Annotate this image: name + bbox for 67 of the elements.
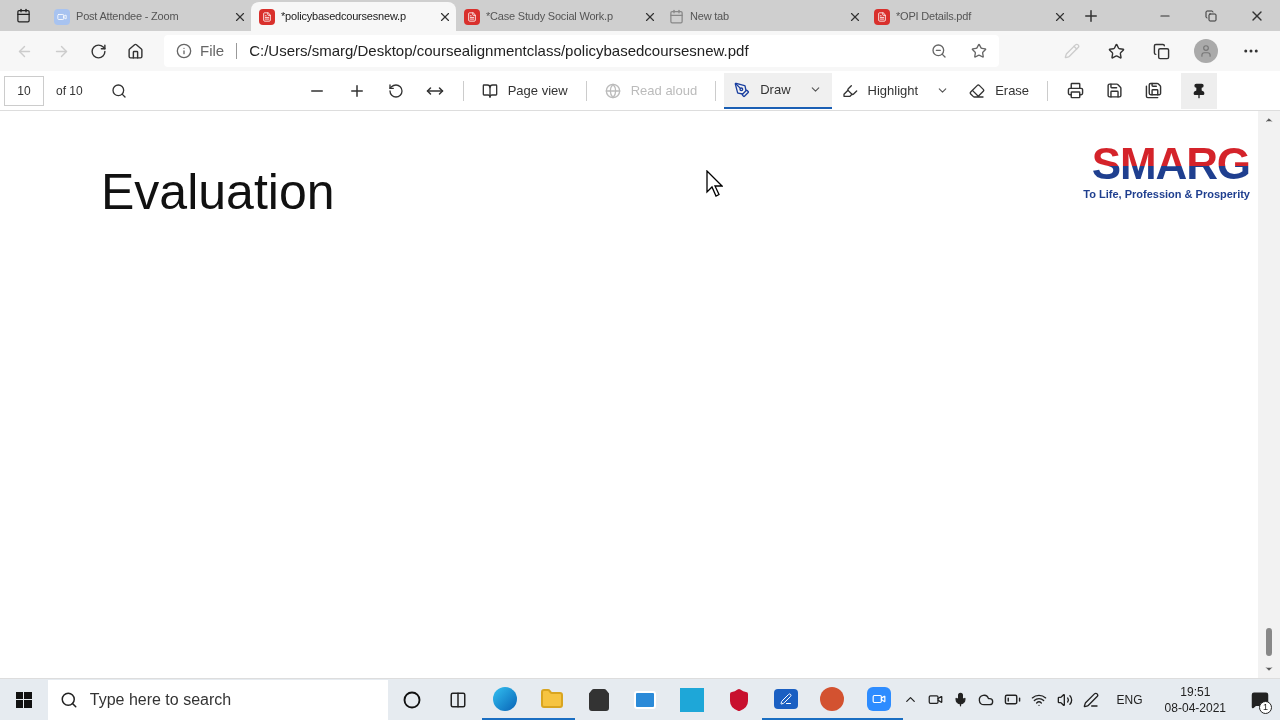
read-aloud-icon bbox=[604, 82, 621, 99]
info-icon bbox=[176, 43, 192, 59]
scheme-label: File bbox=[200, 40, 225, 61]
collections-icon[interactable] bbox=[1153, 42, 1170, 60]
pdf-icon bbox=[259, 8, 275, 25]
video-icon bbox=[54, 8, 70, 25]
pin-button[interactable] bbox=[1181, 72, 1218, 109]
address-field[interactable]: File C:/Users/smarg/Desktop/coursealignmentclass/policybasedcoursesnew.pdf bbox=[164, 35, 999, 67]
print-icon[interactable] bbox=[1067, 82, 1085, 99]
save-as-icon[interactable] bbox=[1145, 82, 1163, 99]
zoom-out-icon[interactable] bbox=[931, 43, 947, 59]
eraser-icon bbox=[969, 82, 986, 99]
language-indicator[interactable]: ENG bbox=[1116, 690, 1143, 709]
highlighter-icon bbox=[841, 82, 858, 99]
page-count: of 10 bbox=[56, 82, 83, 100]
pen-icon bbox=[734, 81, 751, 98]
clock[interactable]: 19:51 08-04-2021 bbox=[1164, 683, 1226, 716]
toolbar-button[interactable]: Erase bbox=[959, 72, 1040, 109]
scroll-down-icon bbox=[1264, 664, 1274, 674]
task-view-icon[interactable] bbox=[449, 690, 468, 709]
browser-tab[interactable]: *Case Study Social Work.p bbox=[456, 2, 661, 31]
slide-heading: Evaluation bbox=[101, 163, 335, 222]
scrollbar[interactable] bbox=[1258, 111, 1280, 678]
toolbar-button[interactable]: Draw bbox=[724, 72, 832, 109]
camera-icon[interactable] bbox=[927, 692, 943, 707]
profile-avatar[interactable] bbox=[1194, 39, 1218, 63]
search-placeholder: Type here to search bbox=[89, 689, 232, 710]
whiteboard-icon[interactable] bbox=[773, 688, 798, 709]
add-favorite-icon[interactable] bbox=[971, 43, 987, 59]
video-icon[interactable] bbox=[867, 686, 892, 711]
notification-button[interactable]: 1 bbox=[1240, 679, 1280, 720]
clock-time: 19:51 bbox=[1180, 683, 1211, 700]
home-icon[interactable] bbox=[127, 42, 144, 60]
clock-date: 08-04-2021 bbox=[1164, 699, 1226, 716]
search-icon[interactable] bbox=[110, 82, 127, 99]
browser-tab[interactable]: New tab bbox=[661, 2, 866, 31]
browser-tab[interactable]: *OPI Details.pdf bbox=[866, 2, 1071, 31]
circle-icon[interactable] bbox=[402, 690, 421, 709]
scroll-up-icon bbox=[1264, 115, 1274, 125]
toolbar-button[interactable]: Page view bbox=[471, 72, 578, 109]
favorites-icon[interactable] bbox=[1108, 42, 1125, 60]
page-number-field[interactable]: 10 bbox=[4, 75, 44, 106]
url-text: C:/Users/smarg/Desktop/coursealignmentclass/policybasedcoursesnew.pdf bbox=[249, 40, 750, 61]
refresh-icon[interactable] bbox=[90, 42, 107, 60]
restore-icon[interactable] bbox=[1205, 9, 1217, 22]
save-icon[interactable] bbox=[1106, 82, 1124, 99]
toolbar-button[interactable]: Highlight bbox=[831, 72, 960, 109]
microphone-icon[interactable] bbox=[952, 692, 968, 707]
search-icon bbox=[59, 690, 78, 709]
mouse-pointer-icon bbox=[706, 170, 723, 197]
bag-icon[interactable] bbox=[586, 687, 611, 712]
tab-title: Post Attendee - Zoom bbox=[76, 9, 180, 25]
rotate-icon[interactable] bbox=[387, 82, 404, 99]
browser-tab[interactable]: Post Attendee - Zoom bbox=[46, 2, 251, 31]
page-view-icon bbox=[481, 82, 498, 99]
tab-title: *OPI Details.pdf bbox=[896, 9, 973, 25]
browser-tab[interactable]: *policybasedcoursesnew.p bbox=[251, 2, 456, 31]
scroll-thumb bbox=[1266, 628, 1272, 656]
tab-title: *Case Study Social Work.p bbox=[486, 9, 614, 25]
volume-icon[interactable] bbox=[1056, 691, 1073, 708]
pen-icon[interactable] bbox=[1082, 691, 1099, 708]
tab-title: New tab bbox=[690, 9, 730, 25]
tab-title: *policybasedcoursesnew.p bbox=[281, 9, 407, 25]
pdf-icon bbox=[464, 8, 480, 25]
start-icon[interactable] bbox=[15, 691, 32, 708]
pdf-icon bbox=[874, 8, 890, 25]
search-field[interactable]: Type here to search bbox=[47, 679, 389, 720]
